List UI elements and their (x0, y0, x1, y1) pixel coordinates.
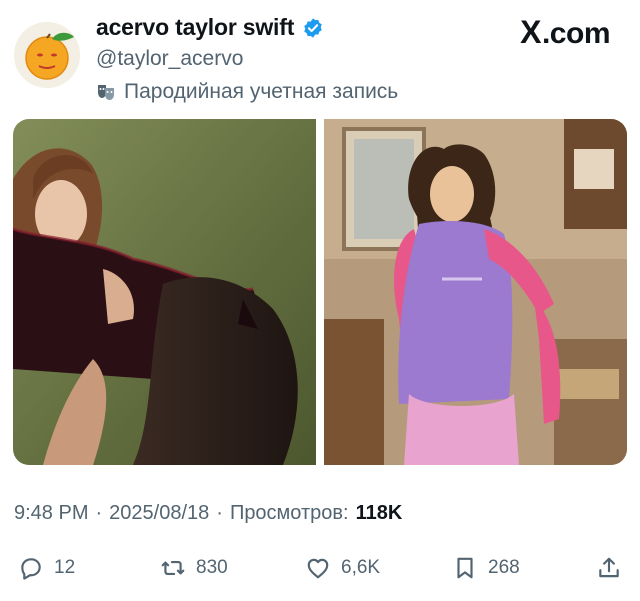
meta-separator: · (95, 502, 103, 524)
x-logo-suffix: .com (541, 17, 611, 50)
views-count: 118K (355, 502, 403, 524)
reply-count: 12 (54, 557, 76, 578)
repost-icon (161, 560, 185, 576)
x-com-logo: X .com (520, 14, 610, 51)
tweet-time[interactable]: 9:48 PM (14, 502, 88, 525)
reply-button[interactable]: 12 (18, 546, 75, 590)
like-count: 6,6K (341, 557, 381, 578)
share-icon (599, 557, 619, 578)
repost-count: 830 (196, 557, 228, 578)
bookmark-button[interactable]: 268 (452, 546, 520, 590)
bookmark-icon (457, 557, 473, 579)
verified-badge-icon (302, 17, 324, 39)
meta-separator: · (216, 502, 223, 524)
tweet-meta: 9:48 PM · 2025/08/18 · Просмотров: 118K (14, 502, 402, 525)
photo-right[interactable] (324, 119, 627, 465)
tweet-header: acervo taylor swift @taylor_acervo Парод… (0, 0, 640, 112)
orange-avatar-icon (14, 22, 80, 88)
parody-label: Пародийная учетная запись (124, 80, 399, 103)
photo-left[interactable] (13, 119, 316, 465)
reply-icon (21, 558, 41, 580)
heart-icon (307, 558, 329, 579)
handle[interactable]: @taylor_acervo (96, 47, 243, 71)
photo-right-image (324, 119, 627, 465)
bookmark-count: 268 (488, 557, 520, 578)
repost-button[interactable]: 830 (160, 546, 228, 590)
tweet-date[interactable]: 2025/08/18 (109, 502, 209, 525)
display-name[interactable]: acervo taylor swift (96, 14, 294, 41)
like-button[interactable]: 6,6K (305, 546, 380, 590)
photo-left-image (13, 119, 316, 465)
action-bar: 12 830 6,6K 268 (0, 546, 640, 590)
x-logo-glyph: X (520, 14, 541, 50)
views-label: Просмотров: (229, 502, 349, 524)
media-gallery (13, 119, 627, 465)
share-button[interactable] (596, 546, 622, 590)
parody-label-row: Пародийная учетная запись (96, 80, 398, 104)
theater-mask-icon (96, 82, 116, 102)
name-row: acervo taylor swift (96, 14, 324, 41)
avatar[interactable] (14, 22, 80, 88)
